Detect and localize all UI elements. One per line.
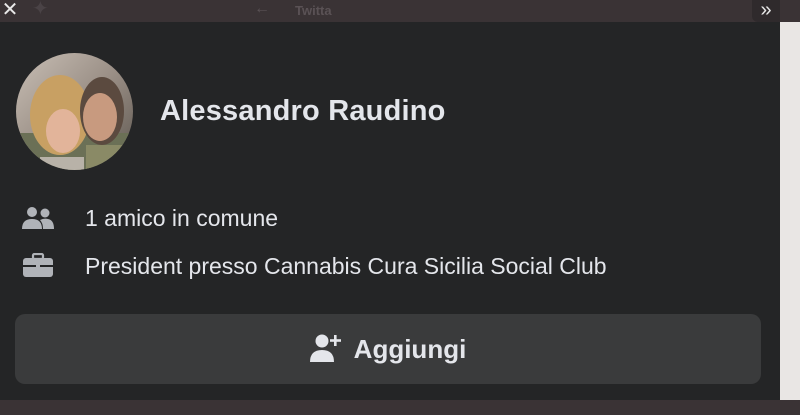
browser-top-bar: ✦ ← Twitta xyxy=(0,0,800,22)
add-friend-icon xyxy=(309,331,342,368)
mutual-friends-text[interactable]: 1 amico in comune xyxy=(85,205,278,232)
profile-photo xyxy=(16,53,133,170)
close-icon[interactable]: ✕ xyxy=(0,0,20,22)
work-text[interactable]: President presso Cannabis Cura Sicilia S… xyxy=(85,253,607,280)
add-friend-button[interactable]: Aggiungi xyxy=(15,314,761,384)
profile-name[interactable]: Alessandro Raudino xyxy=(160,95,446,128)
double-chevron-right-icon[interactable]: » xyxy=(752,0,780,22)
app-name: Twitta xyxy=(295,3,332,18)
page-edge xyxy=(780,22,800,400)
browser-bottom-bar xyxy=(0,400,800,415)
back-arrow-icon[interactable]: ← xyxy=(254,0,270,18)
twitter-bird-icon: ✦ xyxy=(32,0,49,20)
work-row: President presso Cannabis Cura Sicilia S… xyxy=(20,250,607,282)
profile-hover-card: Alessandro Raudino 1 amico in comune Pre… xyxy=(0,22,780,400)
mutual-friends-row: 1 amico in comune xyxy=(20,202,278,234)
briefcase-icon xyxy=(20,252,56,280)
avatar[interactable] xyxy=(16,53,133,170)
add-friend-label: Aggiungi xyxy=(353,333,467,364)
friends-icon xyxy=(20,204,56,232)
